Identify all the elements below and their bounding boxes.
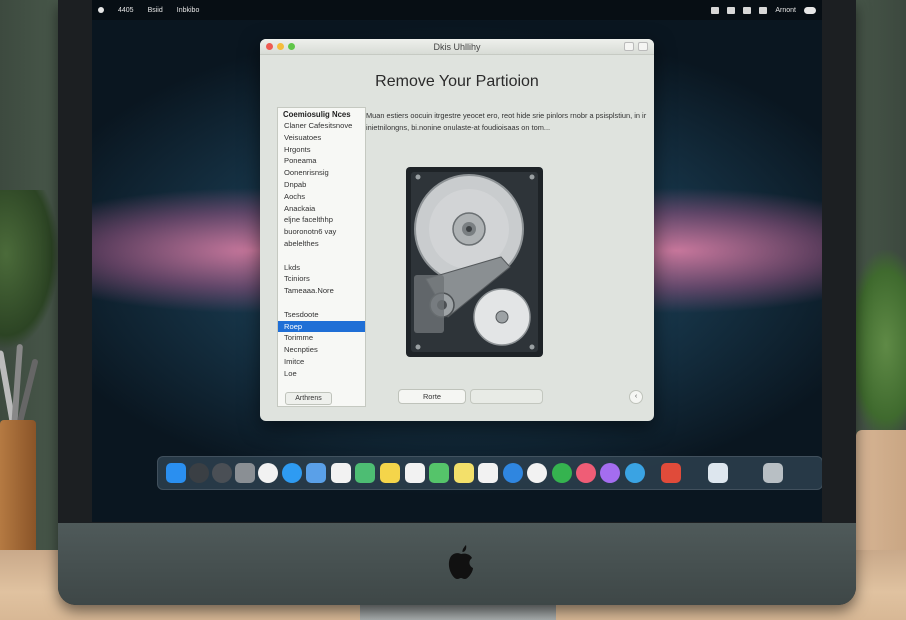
sidebar-item[interactable]: Veisuatoes xyxy=(278,132,365,144)
launchpad-icon[interactable] xyxy=(212,463,232,483)
sidebar-list: Claner Cafesitsnove Veisuatoes Hrgonts Pone… xyxy=(278,120,365,380)
news-icon[interactable] xyxy=(661,463,681,483)
sidebar-item[interactable]: Tameaaa.Nore xyxy=(278,285,365,297)
sidebar-item[interactable]: eljne facelthhp xyxy=(278,214,365,226)
hard-drive-illustration xyxy=(406,167,543,357)
screen: 4405 Bsiid Inbkibo Arnont Dkis Uhllihy R… xyxy=(92,0,822,522)
menu-item[interactable]: Inbkibo xyxy=(177,7,200,14)
mail-icon[interactable] xyxy=(306,463,326,483)
left-plant xyxy=(0,190,60,350)
sidebar-item[interactable]: Torimme xyxy=(278,332,365,344)
sidebar-item[interactable]: Poneama xyxy=(278,155,365,167)
control-center-icon[interactable] xyxy=(804,6,816,14)
sidebar-item[interactable]: abelelthes xyxy=(278,238,365,250)
siri-icon[interactable] xyxy=(189,463,209,483)
sidebar-item[interactable]: Imitce xyxy=(278,356,365,368)
itunes-icon[interactable] xyxy=(576,463,596,483)
monitor-chin xyxy=(58,523,856,605)
contacts-icon[interactable] xyxy=(258,463,278,483)
help-button[interactable]: ‹ xyxy=(629,390,643,404)
notes-icon[interactable] xyxy=(380,463,400,483)
calendar-icon[interactable] xyxy=(331,463,351,483)
compass-icon[interactable] xyxy=(503,463,523,483)
volume-icon[interactable] xyxy=(759,6,768,14)
apple-logo-icon xyxy=(448,545,473,579)
sidebar-item[interactable]: Lkds xyxy=(278,262,365,274)
sidebar-item[interactable]: Aochs xyxy=(278,191,365,203)
sidebar-item[interactable]: Oonenrisnsig xyxy=(278,167,365,179)
reminders-icon[interactable] xyxy=(405,463,425,483)
menu-item[interactable]: Bsiid xyxy=(148,7,163,14)
messages-icon[interactable] xyxy=(429,463,449,483)
status-icon[interactable] xyxy=(711,6,720,14)
page-title: Remove Your Partioion xyxy=(375,73,539,90)
music-icon[interactable] xyxy=(600,463,620,483)
sidebar-item[interactable]: Tciniors xyxy=(278,273,365,285)
sidebar-action-button[interactable]: Arthrens xyxy=(285,392,332,405)
menu-bar: 4405 Bsiid Inbkibo Arnont xyxy=(92,0,822,20)
monitor-stand xyxy=(360,604,556,620)
sidebar-item[interactable]: Tsesdoote xyxy=(278,309,365,321)
wifi-icon[interactable] xyxy=(727,6,736,14)
menubar-clock[interactable]: Arnont xyxy=(775,7,796,14)
safari-icon[interactable] xyxy=(282,463,302,483)
pencils xyxy=(0,340,39,431)
description-text: Muan estiers oocuin itrgestre yeocet ero… xyxy=(366,111,647,132)
disk-utility-window: Dkis Uhllihy Remove Your Partioion Muan … xyxy=(260,39,654,421)
sidebar-item[interactable]: Necnpties xyxy=(278,344,365,356)
app-icon[interactable] xyxy=(625,463,645,483)
chrome-icon[interactable] xyxy=(527,463,547,483)
monitor: 4405 Bsiid Inbkibo Arnont Dkis Uhllihy R… xyxy=(58,0,856,605)
volume-sidebar: Coemiosulig Nces Claner Cafesitsnove Veis… xyxy=(277,107,366,407)
sidebar-item[interactable] xyxy=(278,250,365,262)
window-title: Dkis Uhllihy xyxy=(433,41,481,52)
stickies-icon[interactable] xyxy=(454,463,474,483)
sidebar-item[interactable]: Roep xyxy=(278,320,365,333)
dock xyxy=(157,456,822,490)
pencil-cup xyxy=(0,420,36,570)
primary-button[interactable]: Rorte xyxy=(398,389,466,404)
preview-icon[interactable] xyxy=(708,463,728,483)
finder-icon[interactable] xyxy=(166,463,186,483)
title-bar[interactable]: Dkis Uhllihy xyxy=(260,39,654,55)
sidebar-item[interactable]: buoronotn6 vay xyxy=(278,226,365,238)
sidebar-item[interactable]: Dnpab xyxy=(278,179,365,191)
menu-item[interactable]: 4405 xyxy=(118,7,134,14)
sidebar-item[interactable]: Loe xyxy=(278,368,365,380)
apple-menu-icon[interactable] xyxy=(98,7,104,13)
sidebar-header: Coemiosulig Nces xyxy=(283,110,351,119)
battery-icon[interactable] xyxy=(743,6,752,14)
secondary-button[interactable] xyxy=(470,389,543,404)
sidebar-item[interactable]: Hrgonts xyxy=(278,144,365,156)
trash-icon[interactable] xyxy=(763,463,783,483)
photos-icon[interactable] xyxy=(478,463,498,483)
spotify-icon[interactable] xyxy=(552,463,572,483)
pen-icon[interactable] xyxy=(235,463,255,483)
sidebar-item[interactable]: Anackaia xyxy=(278,203,365,215)
maps-icon[interactable] xyxy=(355,463,375,483)
sidebar-item[interactable]: Claner Cafesitsnove xyxy=(278,120,365,132)
sidebar-item[interactable] xyxy=(278,297,365,309)
